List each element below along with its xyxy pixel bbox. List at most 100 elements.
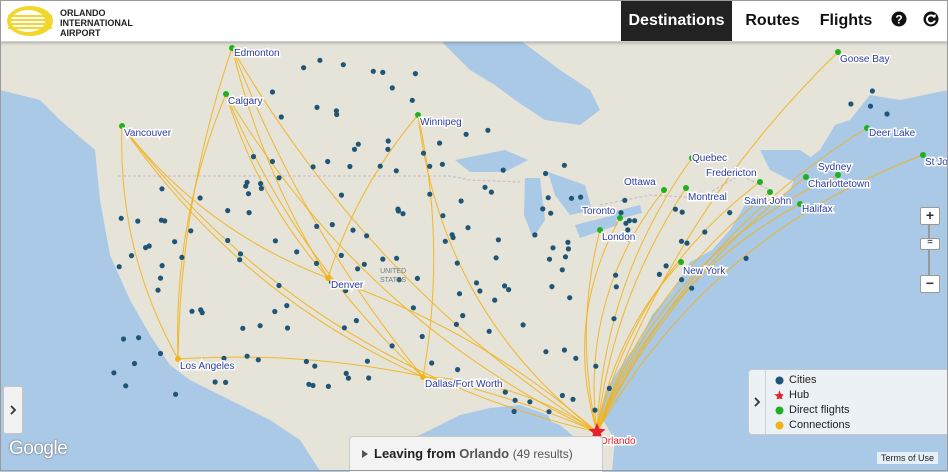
airport-logo[interactable]: ORLANDO INTERNATIONAL AIRPORT [6, 4, 146, 38]
city-marker[interactable] [377, 163, 383, 169]
city-marker[interactable] [656, 271, 663, 277]
city-marker[interactable] [223, 379, 229, 385]
city-marker[interactable] [532, 232, 538, 238]
city-marker[interactable] [570, 396, 576, 402]
city-marker[interactable] [512, 397, 518, 403]
city-marker[interactable] [370, 68, 376, 74]
city-marker[interactable] [549, 284, 555, 290]
city-label-ottawa[interactable]: Ottawa [623, 176, 658, 190]
city-marker[interactable] [502, 389, 508, 395]
city-marker[interactable] [258, 185, 264, 191]
city-marker[interactable] [189, 308, 195, 314]
city-marker[interactable] [345, 375, 351, 381]
city-marker[interactable] [250, 154, 257, 160]
city-marker[interactable] [255, 357, 261, 363]
city-marker[interactable] [284, 303, 290, 309]
city-marker[interactable] [458, 198, 464, 204]
city-label-montreal[interactable]: Montreal [687, 191, 729, 205]
city-marker[interactable] [258, 181, 264, 187]
city-marker[interactable] [317, 57, 323, 63]
city-marker[interactable] [257, 323, 263, 329]
zoom-track[interactable] [928, 224, 930, 276]
city-marker[interactable] [550, 245, 556, 251]
city-marker[interactable] [486, 328, 492, 334]
city-marker[interactable] [546, 256, 553, 262]
city-marker[interactable] [485, 127, 491, 133]
city-label-los-angeles[interactable]: Los Angeles [179, 360, 237, 374]
city-marker[interactable] [578, 194, 584, 200]
city-label-halifax[interactable]: Halifax [801, 203, 835, 217]
city-marker[interactable] [442, 238, 448, 244]
city-marker[interactable] [867, 103, 874, 109]
city-marker[interactable] [543, 170, 549, 177]
city-marker[interactable] [527, 399, 533, 405]
city-marker[interactable] [131, 360, 138, 367]
city-marker[interactable] [495, 237, 501, 243]
city-marker[interactable] [559, 267, 565, 273]
city-marker[interactable] [520, 322, 526, 328]
city-marker[interactable] [611, 316, 617, 322]
city-marker[interactable] [573, 355, 579, 361]
city-marker[interactable] [492, 297, 498, 303]
city-marker[interactable] [350, 227, 356, 233]
city-marker[interactable] [244, 353, 250, 359]
city-marker[interactable] [548, 210, 554, 216]
city-marker[interactable] [454, 260, 460, 266]
city-label-denver[interactable]: Denver [330, 279, 366, 293]
city-marker[interactable] [684, 240, 690, 246]
zoom-slider-handle[interactable]: = [920, 238, 940, 250]
city-marker[interactable] [565, 246, 572, 252]
city-label-deer-lake[interactable]: Deer Lake [868, 127, 918, 141]
city-marker[interactable] [111, 370, 117, 376]
city-marker[interactable] [157, 275, 164, 281]
city-marker[interactable] [400, 211, 406, 217]
city-marker[interactable] [848, 101, 854, 107]
city-marker[interactable] [276, 175, 282, 181]
city-marker[interactable] [567, 295, 573, 301]
city-marker[interactable] [385, 138, 391, 144]
city-label-st-jo[interactable]: St Jo [924, 156, 948, 170]
legend-toggle[interactable] [749, 370, 766, 434]
city-marker[interactable] [338, 192, 345, 198]
city-marker[interactable] [420, 150, 427, 156]
city-marker[interactable] [380, 256, 386, 262]
city-marker[interactable] [155, 287, 161, 293]
city-marker[interactable] [477, 288, 483, 294]
city-marker[interactable] [409, 97, 415, 103]
city-marker[interactable] [157, 350, 164, 357]
city-marker[interactable] [884, 111, 890, 117]
city-marker[interactable] [511, 408, 517, 415]
city-marker[interactable] [118, 215, 124, 221]
city-marker[interactable] [389, 85, 395, 91]
city-marker[interactable] [364, 233, 370, 239]
city-marker[interactable] [456, 291, 463, 297]
city-label-charlottetown[interactable]: Charlottetown [807, 178, 872, 192]
city-marker[interactable] [613, 272, 619, 278]
city-marker[interactable] [294, 249, 300, 255]
city-marker[interactable] [380, 69, 386, 75]
city-label-dallas-fort-worth[interactable]: Dallas/Fort Worth [424, 378, 505, 392]
city-marker[interactable] [473, 280, 480, 286]
city-marker[interactable] [593, 363, 599, 369]
nav-flights[interactable]: Flights [813, 0, 879, 41]
direct-city-marker[interactable] [617, 215, 623, 221]
city-marker[interactable] [460, 313, 466, 319]
city-marker[interactable] [136, 335, 142, 341]
city-marker[interactable] [240, 325, 246, 331]
city-marker[interactable] [123, 383, 129, 389]
city-marker[interactable] [338, 252, 344, 258]
city-marker[interactable] [455, 367, 461, 373]
city-marker[interactable] [561, 347, 568, 353]
city-marker[interactable] [632, 218, 638, 224]
city-marker[interactable] [606, 385, 612, 391]
city-label-fredericton[interactable]: Fredericton [705, 167, 759, 181]
city-marker[interactable] [427, 191, 433, 197]
nav-routes[interactable]: Routes [736, 0, 809, 41]
city-marker[interactable] [314, 104, 320, 110]
terms-of-use-link[interactable]: Terms of Use [877, 452, 939, 464]
city-marker[interactable] [312, 363, 318, 369]
city-marker[interactable] [618, 210, 624, 216]
city-marker[interactable] [364, 358, 370, 364]
city-marker[interactable] [198, 307, 204, 313]
city-marker[interactable] [562, 254, 569, 260]
